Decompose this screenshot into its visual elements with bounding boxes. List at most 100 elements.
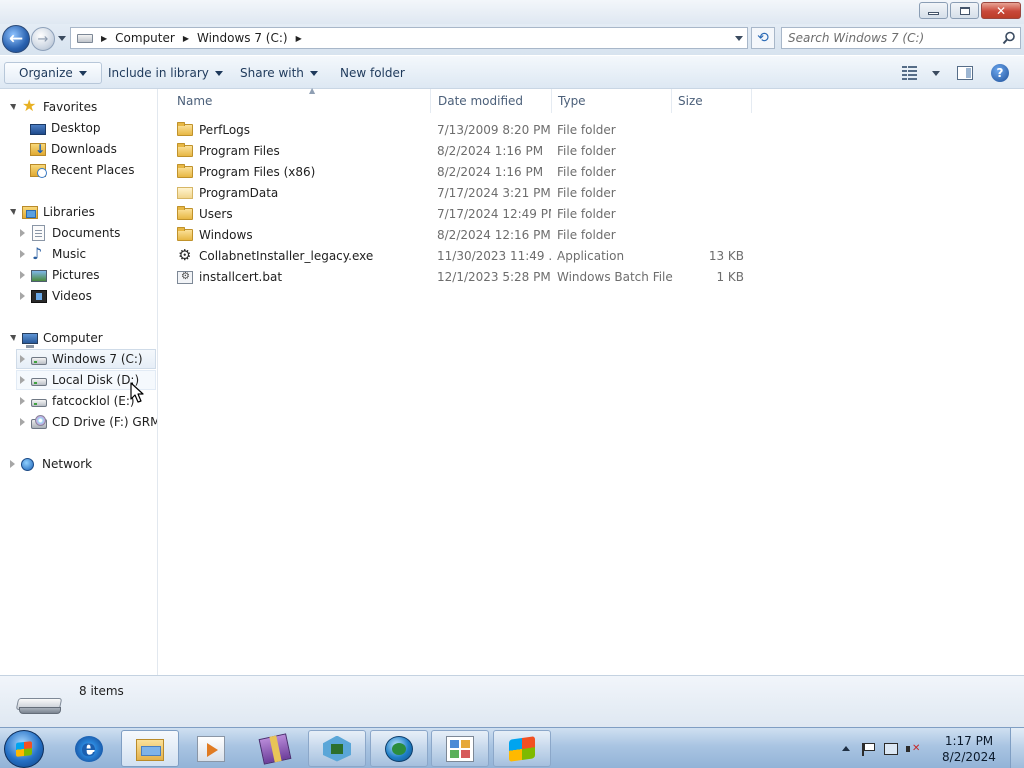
nav-drive-f[interactable]: CD Drive (F:) GRMSX <box>20 412 157 432</box>
breadcrumb-computer[interactable]: Computer <box>115 31 175 45</box>
nav-recent-places[interactable]: Recent Places <box>30 160 134 180</box>
network-icon <box>21 457 34 471</box>
expand-arrow-icon[interactable] <box>20 292 25 300</box>
nav-computer[interactable]: Computer <box>10 328 103 348</box>
expand-arrow-icon[interactable] <box>20 250 25 258</box>
address-dropdown-icon[interactable] <box>735 36 743 41</box>
breadcrumb-separator-icon[interactable]: ▶ <box>101 34 107 43</box>
nav-downloads[interactable]: Downloads <box>30 139 117 159</box>
forward-button[interactable]: → <box>31 27 55 51</box>
taskbar-control-panel[interactable] <box>431 730 489 767</box>
expand-arrow-icon[interactable] <box>20 376 25 384</box>
table-row[interactable]: PerfLogs 7/13/2009 8:20 PM File folder <box>171 119 755 140</box>
expand-arrow-icon[interactable] <box>20 418 25 426</box>
taskbar-windows-app[interactable] <box>493 730 551 767</box>
column-header-date-modified[interactable]: Date modified <box>432 89 552 113</box>
nav-libraries[interactable]: Libraries <box>10 202 95 222</box>
folder-icon <box>177 227 193 241</box>
taskbar-virtual-machine-app[interactable] <box>308 730 366 767</box>
taskbar-archive-app[interactable] <box>246 730 304 767</box>
nav-drive-c[interactable]: Windows 7 (C:) <box>16 349 156 369</box>
share-with-button[interactable]: Share with <box>228 62 330 84</box>
file-date: 8/2/2024 1:16 PM <box>437 164 544 179</box>
preview-pane-button[interactable] <box>957 62 973 84</box>
videos-icon <box>31 289 47 303</box>
show-hidden-icons-icon[interactable] <box>842 746 850 751</box>
expand-arrow-icon[interactable] <box>10 460 15 468</box>
breadcrumb-separator-icon[interactable]: ▶ <box>296 34 302 43</box>
expand-arrow-icon[interactable] <box>20 397 25 405</box>
table-row[interactable]: installcert.bat 12/1/2023 5:28 PM Window… <box>171 266 755 287</box>
file-type: File folder <box>557 185 616 200</box>
cd-drive-icon <box>31 414 47 429</box>
nav-favorites[interactable]: Favorites <box>10 97 97 117</box>
nav-drive-e[interactable]: fatcocklol (E:) <box>20 391 135 411</box>
file-size <box>677 224 744 245</box>
recent-pages-dropdown[interactable] <box>58 36 66 41</box>
expand-arrow-icon[interactable] <box>20 271 25 279</box>
more-options-button[interactable] <box>926 62 940 84</box>
column-header-size[interactable]: Size <box>672 89 752 113</box>
breadcrumb-drive-c[interactable]: Windows 7 (C:) <box>197 31 288 45</box>
network-status-icon[interactable] <box>884 742 898 755</box>
nav-network[interactable]: Network <box>10 454 92 474</box>
back-button[interactable]: ← <box>2 25 30 53</box>
command-bar: Organize Include in library Share with N… <box>0 55 1024 89</box>
action-center-flag-icon[interactable] <box>862 742 875 756</box>
address-bar[interactable]: ▶ Computer ▶ Windows 7 (C:) ▶ <box>70 27 748 49</box>
nav-desktop[interactable]: Desktop <box>30 118 101 138</box>
nav-libraries-label: Libraries <box>43 205 95 219</box>
table-row[interactable]: Users 7/17/2024 12:49 PM File folder <box>171 203 755 224</box>
preview-pane-icon <box>957 66 973 80</box>
search-box[interactable] <box>781 27 1021 49</box>
nav-favorites-label: Favorites <box>43 100 98 114</box>
table-row[interactable]: Windows 8/2/2024 12:16 PM File folder <box>171 224 755 245</box>
close-button[interactable]: ✕ <box>981 2 1021 19</box>
table-row[interactable]: ProgramData 7/17/2024 3:21 PM File folde… <box>171 182 755 203</box>
archive-icon <box>258 732 292 765</box>
show-desktop-button[interactable] <box>1010 728 1024 768</box>
start-button[interactable] <box>4 730 44 768</box>
nav-videos[interactable]: Videos <box>20 286 92 306</box>
nav-documents-label: Documents <box>52 226 121 240</box>
help-button[interactable]: ? <box>991 62 1009 84</box>
chevron-down-icon <box>932 70 940 76</box>
refresh-button[interactable]: ⟲ <box>751 27 775 49</box>
navigation-bar: ← → ▶ Computer ▶ Windows 7 (C:) ▶ ⟲ <box>0 24 1024 55</box>
search-icon[interactable] <box>1002 31 1016 45</box>
table-row[interactable]: Program Files 8/2/2024 1:16 PM File fold… <box>171 140 755 161</box>
search-input[interactable] <box>788 30 998 46</box>
downloads-icon <box>30 142 46 156</box>
table-row[interactable]: CollabnetInstaller_legacy.exe 11/30/2023… <box>171 245 755 266</box>
collapse-arrow-icon[interactable] <box>10 335 16 341</box>
nav-documents[interactable]: Documents <box>20 223 120 243</box>
window-controls: ✕ <box>917 2 1021 19</box>
drive-icon <box>31 378 47 386</box>
nav-downloads-label: Downloads <box>51 142 117 156</box>
refresh-icon: ⟲ <box>757 30 769 46</box>
table-row[interactable]: Program Files (x86) 8/2/2024 1:16 PM Fil… <box>171 161 755 182</box>
expand-arrow-icon[interactable] <box>20 355 25 363</box>
collapse-arrow-icon[interactable] <box>10 104 16 110</box>
volume-muted-icon[interactable] <box>906 743 920 755</box>
column-header-type[interactable]: Type <box>552 89 672 113</box>
maximize-button[interactable] <box>950 2 979 19</box>
include-in-library-button[interactable]: Include in library <box>96 62 235 84</box>
sort-ascending-icon: ▲ <box>309 86 316 95</box>
organize-button[interactable]: Organize <box>4 62 102 84</box>
new-folder-button[interactable]: New folder <box>328 62 417 84</box>
clock[interactable]: 1:17 PM 8/2/2024 <box>938 733 1000 765</box>
taskbar-media-player[interactable] <box>182 730 240 767</box>
taskbar-windows-explorer[interactable] <box>121 730 179 767</box>
nav-pictures[interactable]: Pictures <box>20 265 100 285</box>
change-view-button[interactable] <box>902 62 918 84</box>
taskbar-browser-app[interactable] <box>370 730 428 767</box>
nav-music[interactable]: Music <box>20 244 86 264</box>
expand-arrow-icon[interactable] <box>20 229 25 237</box>
breadcrumb-separator-icon[interactable]: ▶ <box>183 34 189 43</box>
minimize-button[interactable] <box>919 2 948 19</box>
collapse-arrow-icon[interactable] <box>10 209 16 215</box>
clock-date: 8/2/2024 <box>942 749 996 764</box>
column-header-name[interactable]: ▲ Name <box>171 86 431 113</box>
taskbar-internet-explorer[interactable] <box>60 730 118 767</box>
